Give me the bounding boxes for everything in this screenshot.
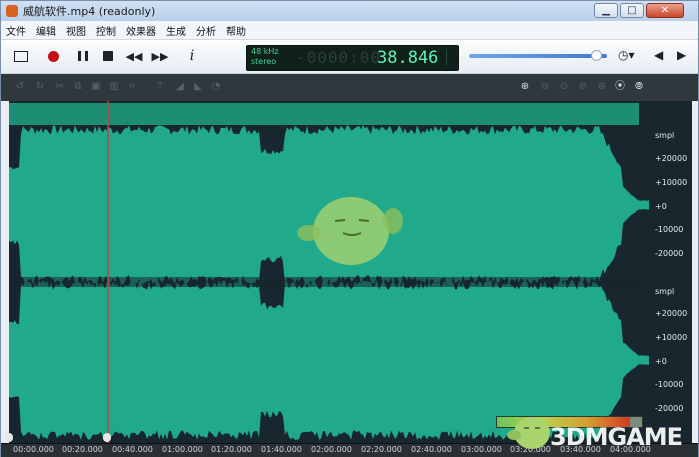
time-tick-label: 02:20.000	[361, 445, 402, 454]
redo-icon[interactable]: ↻	[33, 80, 47, 94]
transport-toolbar: ◀◀ ▶▶ i 48 kHz stereo -0000:00 38.846 ◷▾…	[1, 40, 698, 74]
app-icon	[6, 5, 18, 17]
silence-icon[interactable]: ◔	[209, 80, 223, 94]
sample-rate-label: 48 kHz	[251, 47, 279, 56]
scale-unit-top: smpl	[655, 131, 675, 140]
forward-arrow-icon[interactable]: ▶	[677, 48, 686, 62]
menu-control[interactable]: 控制	[91, 23, 121, 38]
scale-label: -10000	[655, 380, 684, 389]
rewind-icon: ◀◀	[125, 49, 143, 63]
pause-button[interactable]	[73, 47, 93, 65]
fade-in-icon[interactable]: ◢	[173, 80, 187, 94]
paste-icon[interactable]: ▣	[89, 80, 103, 94]
waveform-canvas[interactable]	[9, 101, 692, 443]
menu-generate[interactable]: 生成	[161, 23, 191, 38]
scale-label: +10000	[655, 333, 688, 342]
scale-label: +0	[655, 357, 667, 366]
info-icon: i	[189, 48, 195, 64]
time-tick-label: 01:40.000	[261, 445, 302, 454]
time-tick-label: 01:20.000	[211, 445, 252, 454]
scale-label: +0	[655, 202, 667, 211]
scale-label: +10000	[655, 178, 688, 187]
fade-out-icon[interactable]: ◣	[191, 80, 205, 94]
display-mode-indicator	[446, 49, 455, 65]
back-arrow-icon[interactable]: ◀	[654, 48, 663, 62]
cut-icon[interactable]: ✂	[53, 80, 67, 94]
stop-icon	[103, 51, 113, 61]
vertical-zoom-out-icon[interactable]: ⦾	[632, 80, 646, 94]
time-display: 48 kHz stereo -0000:00 38.846	[246, 45, 459, 71]
fast-forward-icon: ▶▶	[151, 49, 169, 63]
rewind-button[interactable]: ◀◀	[124, 47, 144, 65]
time-tick-label: 02:40.000	[411, 445, 452, 454]
undo-icon[interactable]: ↺	[13, 80, 27, 94]
time-tick-label: 00:40.000	[112, 445, 153, 454]
watermark-text: 3DMGAME	[550, 423, 683, 451]
delete-icon[interactable]: ▥	[107, 80, 121, 94]
stop-button[interactable]	[98, 47, 118, 65]
scale-label: -20000	[655, 404, 684, 413]
overview-waveform[interactable]	[9, 103, 639, 125]
edit-toolbar: ↺ ↻ ✂ ⧉ ▣ ▥ ⌗ ⊤ ◢ ◣ ◔ ⊕ ⊖ ⊙ ⊘ ⊛ ⦿ ⦾	[1, 74, 698, 101]
history-icon[interactable]: ◷▾	[618, 48, 635, 62]
close-icon[interactable]: ✕	[646, 3, 684, 18]
record-button[interactable]	[43, 47, 63, 65]
time-tick-label: 00:20.000	[62, 445, 103, 454]
pause-icon	[78, 51, 88, 61]
title-bar: 威航软件.mp4 (readonly) ▁ □ ✕	[1, 1, 698, 21]
channels-label: stereo	[251, 57, 277, 66]
volume-slider-knob[interactable]	[591, 50, 602, 61]
normalize-icon[interactable]: ⊤	[153, 80, 167, 94]
scale-label: +20000	[655, 309, 688, 318]
app-window: 威航软件.mp4 (readonly) ▁ □ ✕ 文件 编辑 视图 控制 效果…	[0, 0, 699, 457]
time-tick-label: 01:00.000	[162, 445, 203, 454]
waveform-view[interactable]: smpl +20000 +10000 +0 -10000 -20000 smpl…	[9, 101, 692, 443]
menu-effects[interactable]: 效果器	[121, 23, 161, 38]
scale-label: -20000	[655, 249, 684, 258]
menu-edit[interactable]: 编辑	[31, 23, 61, 38]
menu-bar: 文件 编辑 视图 控制 效果器 生成 分析 帮助	[1, 21, 698, 40]
playback-cursor[interactable]	[107, 101, 109, 443]
zoom-fit-icon[interactable]: ⊘	[576, 80, 590, 94]
time-tick-label: 02:00.000	[311, 445, 352, 454]
scale-label: -10000	[655, 225, 684, 234]
record-icon	[47, 50, 59, 62]
menu-analyze[interactable]: 分析	[191, 23, 221, 38]
time-tick-label: 00:00.000	[13, 445, 54, 454]
info-button[interactable]: i	[182, 47, 202, 65]
window-title: 威航软件.mp4 (readonly)	[23, 5, 156, 18]
watermark-logo-mascot	[507, 417, 550, 449]
menu-view[interactable]: 视图	[61, 23, 91, 38]
menu-file[interactable]: 文件	[1, 23, 31, 38]
current-time: 38.846	[377, 48, 439, 68]
vertical-zoom-in-icon[interactable]: ⦿	[613, 80, 627, 94]
copy-icon[interactable]: ⧉	[71, 80, 85, 94]
scale-unit-bottom: smpl	[655, 287, 675, 296]
crop-icon[interactable]: ⌗	[125, 80, 139, 94]
time-placeholder: -0000:00	[296, 48, 382, 67]
minimize-icon[interactable]: ▁	[594, 3, 618, 18]
playhead-handle[interactable]	[103, 433, 111, 442]
scale-label: +20000	[655, 154, 688, 163]
window-controls: ▁ □ ✕	[592, 3, 684, 18]
fast-forward-button[interactable]: ▶▶	[150, 47, 170, 65]
zoom-reset-icon[interactable]: ⊛	[595, 80, 609, 94]
maximize-icon[interactable]: □	[620, 3, 644, 18]
menu-help[interactable]: 帮助	[221, 23, 251, 38]
zoom-selection-icon[interactable]: ⊙	[557, 80, 571, 94]
channel-divider	[9, 277, 639, 287]
view-toggle-button[interactable]	[11, 47, 31, 65]
volume-slider[interactable]	[469, 50, 607, 61]
panel-icon	[14, 50, 28, 62]
zoom-in-icon[interactable]: ⊕	[518, 80, 532, 94]
time-tick-label: 03:00.000	[461, 445, 502, 454]
start-marker-handle[interactable]	[5, 433, 13, 442]
watermark-mascot	[297, 197, 403, 265]
zoom-out-icon[interactable]: ⊖	[538, 80, 552, 94]
